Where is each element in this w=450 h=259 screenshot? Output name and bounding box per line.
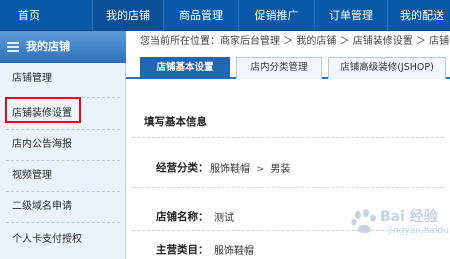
category-level1: 服饰鞋帽	[210, 164, 250, 175]
tab-advanced-decoration[interactable]: 店铺高级装修(JSHOP)	[328, 57, 446, 79]
tab-bar: 店铺基本设置 店内分类管理 店铺高级装修(JSHOP)	[126, 52, 450, 79]
sidebar-header: 我的店铺	[0, 31, 126, 63]
watermark-subtext: jingyan.baidu.com	[388, 226, 450, 236]
nav-promotion[interactable]: 促销推广	[239, 0, 315, 31]
sidebar-item-shop-management[interactable]: 店铺管理	[0, 63, 126, 94]
divider	[132, 187, 444, 188]
divider	[132, 137, 444, 138]
baidu-watermark: Bai 经验 jingyan.baidu.com	[350, 202, 450, 242]
breadcrumb: 您当前所在位置：商家后台管理 ＞ 我的店铺 ＞ 店铺装修设置 ＞ 店铺	[126, 31, 450, 52]
shop-name-value: 测试	[214, 213, 234, 224]
category-level2: 男装	[270, 164, 291, 175]
sidebar: 我的店铺 店铺管理 店铺装修设置 店内公告海报 视频管理 二级域名申请 个人卡支…	[0, 31, 126, 259]
sidebar-item-store-notice[interactable]: 店内公告海报	[0, 129, 126, 160]
nav-order-management[interactable]: 订单管理	[315, 0, 388, 31]
list-icon	[7, 42, 19, 52]
tab-category-management[interactable]: 店内分类管理	[236, 57, 322, 79]
chevron-right-icon: >	[256, 164, 265, 175]
paw-logo-icon	[351, 209, 376, 233]
top-navigation: 首页 我的店铺 商品管理 促销推广 订单管理 我的配送	[0, 0, 450, 31]
highlight-annotation-box	[5, 97, 81, 123]
watermark-text: Bai 经验	[380, 209, 438, 225]
section-title: 填写基本信息	[144, 116, 207, 128]
category-value: 服饰鞋帽 > 男装	[210, 160, 290, 175]
sidebar-item-card-payment-auth[interactable]: 个人卡支付授权	[0, 224, 126, 255]
sidebar-item-video-management[interactable]: 视频管理	[0, 160, 126, 191]
sidebar-item-subdomain-apply[interactable]: 二级域名申请	[0, 191, 126, 222]
category-label: 经营分类：	[156, 162, 209, 174]
sidebar-divider	[6, 222, 120, 223]
shop-name-label: 店铺名称：	[156, 211, 209, 223]
nav-my-shop[interactable]: 我的店铺	[93, 0, 164, 31]
nav-my-delivery[interactable]: 我的配送	[388, 0, 450, 31]
nav-home[interactable]: 首页	[0, 0, 93, 31]
main-category-value: 服饰鞋帽	[214, 246, 254, 257]
tab-basic-settings[interactable]: 店铺基本设置	[140, 57, 230, 79]
main-category-label: 主营类目：	[156, 244, 209, 256]
sidebar-title: 我的店铺	[26, 40, 70, 53]
nav-product-management[interactable]: 商品管理	[164, 0, 239, 31]
